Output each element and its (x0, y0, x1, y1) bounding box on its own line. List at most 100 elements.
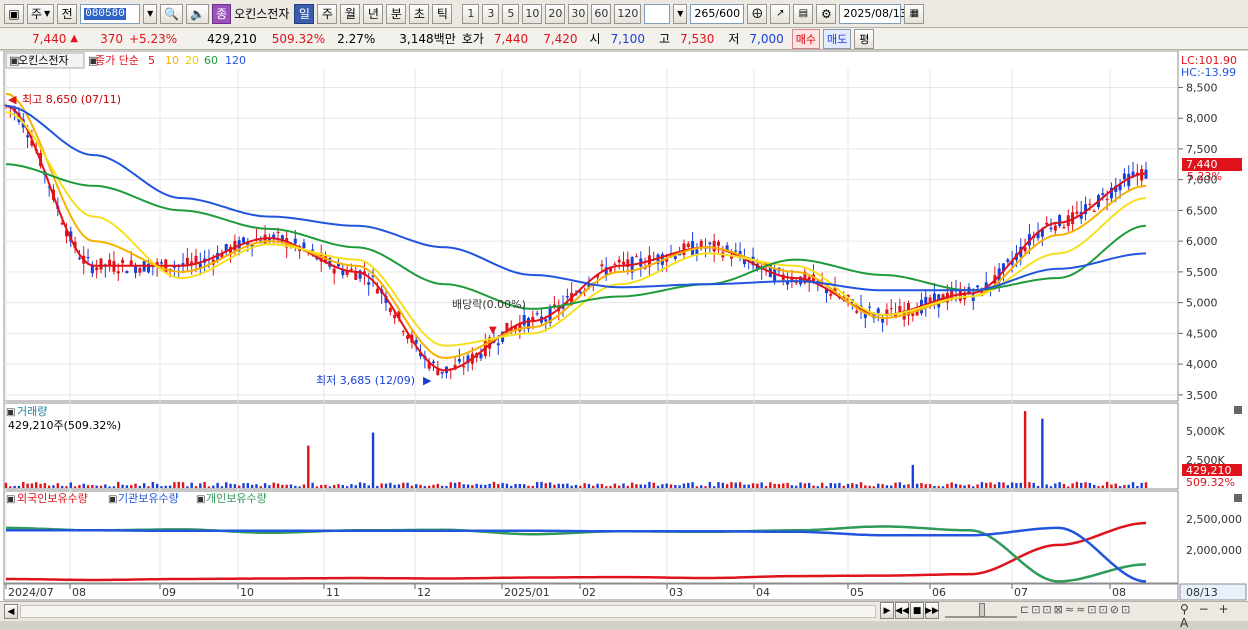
tab-second[interactable]: 초 (409, 3, 430, 24)
buy-button[interactable]: 매수 (791, 28, 821, 49)
volume-bar (833, 483, 837, 488)
candle-body (522, 315, 526, 326)
custom-interval-input[interactable] (644, 3, 671, 24)
interval-dropdown-icon[interactable]: ▼ (673, 3, 688, 24)
tab-minute[interactable]: 분 (386, 3, 407, 24)
candle-body (367, 282, 371, 285)
market-select[interactable]: 주 ▼ (27, 3, 55, 24)
gear-icon[interactable]: ⚙ (816, 3, 837, 24)
volume-bar (756, 483, 759, 488)
foreign-menu-icon[interactable]: ▣ (6, 494, 15, 505)
volume-bar (954, 483, 958, 488)
window-menu-icon[interactable]: ▣ (4, 3, 24, 24)
eval-button[interactable]: 평 (854, 28, 875, 49)
interval-10[interactable]: 10 (522, 3, 543, 24)
interval-1[interactable]: 1 (462, 3, 480, 24)
play-icon[interactable]: ▶ (880, 602, 894, 619)
volume-bar (406, 482, 409, 488)
candle-body (622, 261, 625, 265)
calendar-icon[interactable]: ▦ (904, 3, 925, 24)
code-dropdown-icon[interactable]: ▼ (143, 3, 158, 24)
high-label: 고 (658, 32, 670, 46)
volume-bar (9, 486, 12, 488)
stop-icon[interactable]: ■ (910, 602, 924, 619)
volume-bar (579, 485, 582, 488)
volume-bar (440, 485, 444, 488)
volume-bar (311, 482, 314, 488)
interval-20[interactable]: 20 (545, 3, 566, 24)
candle-body (535, 313, 539, 315)
save-icon[interactable]: ▤ (793, 3, 814, 24)
chart-area[interactable]: ▣ 오킨스전자 ▣ 종가 단순 5 10 20 60 120 LC:101.90… (0, 50, 1248, 601)
interval-60[interactable]: 60 (591, 3, 612, 24)
date-input[interactable]: 2025/08/13 (839, 3, 907, 24)
holdings-close-icon[interactable] (1234, 494, 1242, 502)
tab-year[interactable]: 년 (363, 3, 384, 24)
scroll-left-icon[interactable]: ◀ (4, 604, 18, 619)
dividend-marker-icon: ▼ (489, 325, 497, 336)
volume-bar (104, 484, 107, 488)
volume-bar (661, 484, 664, 488)
price-tick-label: 7,000 (1186, 174, 1218, 187)
volume-bar (1084, 482, 1087, 488)
x-axis-end-date: 08/13 (1186, 586, 1218, 599)
price-y-axis: 8,500 8,000 7,500 7,000 6,500 6,000 5,500 5,000… (1178, 81, 1218, 402)
speaker-icon[interactable]: 🔈 (186, 3, 210, 24)
stock-chart[interactable]: ▣ 오킨스전자 ▣ 종가 단순 5 10 20 60 120 LC:101.90… (0, 50, 1248, 601)
volume-bar (717, 482, 720, 488)
bid-price: 7,420 (543, 31, 578, 46)
volume-bar (263, 483, 267, 488)
volume-bar (514, 484, 517, 488)
volume-bar (117, 481, 120, 488)
volume-bar (225, 482, 228, 488)
interval-30[interactable]: 30 (568, 3, 589, 24)
tab-week[interactable]: 주 (317, 3, 338, 24)
interval-3[interactable]: 3 (482, 3, 500, 24)
volume-close-icon[interactable] (1234, 406, 1242, 414)
tab-month[interactable]: 월 (340, 3, 361, 24)
interval-5[interactable]: 5 (502, 3, 520, 24)
volume-bar (250, 484, 254, 488)
count-input[interactable]: 265/600 (690, 3, 745, 24)
open-price: 7,100 (610, 31, 645, 46)
zoom-slider[interactable] (945, 603, 1017, 618)
tab-tick[interactable]: 틱 (432, 3, 453, 24)
candle-body (462, 365, 466, 368)
volume-bar (678, 485, 681, 488)
rewind-icon[interactable]: ◀◀ (895, 602, 909, 619)
group-button[interactable]: 종 (212, 3, 232, 24)
zoom-controls-icon[interactable]: ⚲ − + A (1180, 602, 1248, 630)
volume-menu-icon[interactable]: ▣ (6, 407, 15, 418)
horizontal-scrollbar[interactable] (20, 605, 876, 618)
volume-bar (445, 485, 448, 488)
search-icon[interactable]: 🔍 (160, 3, 184, 24)
candle-body (457, 359, 461, 362)
volume-bar (890, 485, 893, 488)
volume-bar (190, 482, 193, 488)
volume-bar (285, 484, 288, 488)
low-marker-icon: ▶ (423, 374, 432, 387)
individual-menu-icon[interactable]: ▣ (196, 494, 205, 505)
turnover: 2.27% (337, 31, 376, 46)
volume-bar (164, 485, 167, 488)
tab-day[interactable]: 일 (294, 3, 315, 24)
candle-body (1075, 211, 1079, 214)
volume-bar (415, 484, 418, 488)
volume-bar (1136, 486, 1139, 488)
volume-bar (1140, 482, 1143, 488)
volume-bar (557, 483, 560, 488)
stock-code-input[interactable]: 080580 (80, 3, 141, 24)
volume-bar (544, 483, 547, 488)
forward-icon[interactable]: ▶▶ (925, 602, 939, 619)
volume-bar (695, 486, 699, 488)
draw-tool-icon[interactable]: ↗ (770, 3, 791, 24)
volume-bar (121, 484, 124, 488)
interval-120[interactable]: 120 (614, 3, 642, 24)
volume-bar (65, 486, 68, 488)
prev-button[interactable]: 전 (57, 3, 78, 24)
draw-tools-icon[interactable]: ⊏⊡⊡⊠≈≈⊡⊡⊘⊡ (1020, 603, 1132, 616)
price-tick-label: 4,000 (1186, 358, 1218, 371)
sell-button[interactable]: 매도 (823, 28, 852, 49)
crosshair-icon[interactable]: ⨁ (747, 3, 768, 24)
institution-menu-icon[interactable]: ▣ (108, 494, 117, 505)
